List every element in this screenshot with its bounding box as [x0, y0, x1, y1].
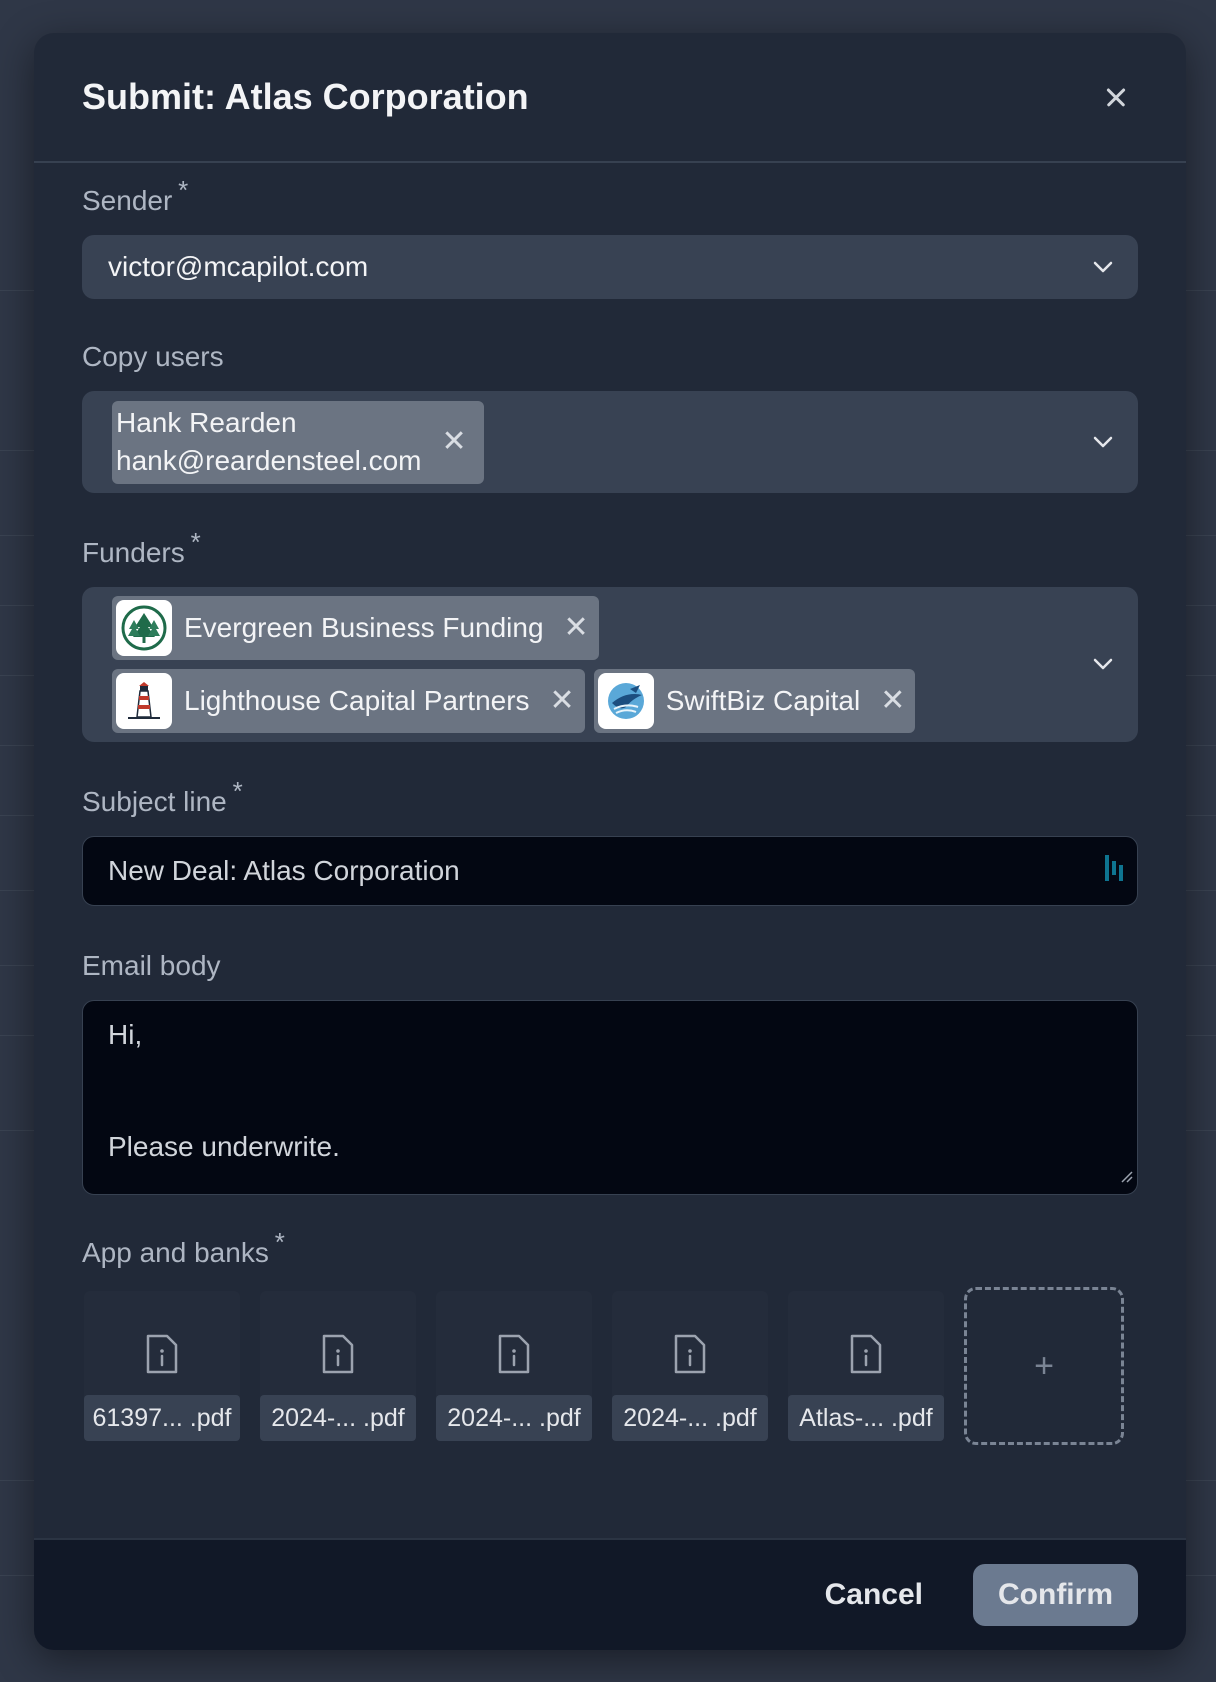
add-attachment-button[interactable]: +: [964, 1287, 1124, 1445]
copy-users-field: Copy users: [82, 341, 1138, 373]
email-body-line: Please underwrite.: [108, 1131, 340, 1162]
lighthouse-icon: [116, 673, 172, 729]
attachment-file[interactable]: 2024-... .pdf: [260, 1291, 416, 1441]
modal-title: Submit: Atlas Corporation: [82, 76, 529, 117]
attachment-filename: 2024-... .pdf: [260, 1395, 416, 1441]
modal-body: Sender * victor@mcapilot.com Copy users …: [34, 175, 1186, 1445]
required-asterisk: *: [232, 776, 243, 806]
remove-chip-icon[interactable]: ✕: [564, 613, 589, 643]
email-body-field: Email body: [82, 950, 1138, 982]
copy-user-chip: Hank Rearden hank@reardensteel.com ✕: [112, 400, 484, 484]
subject-value: New Deal: Atlas Corporation: [108, 855, 460, 886]
submit-modal: Submit: Atlas Corporation Sender * victo…: [34, 33, 1186, 1650]
funder-name: SwiftBiz Capital: [665, 685, 861, 716]
file-info-icon: [498, 1334, 530, 1374]
chevron-down-icon[interactable]: [1092, 431, 1114, 453]
funder-chip-row: Lighthouse Capital Partners ✕ SwiftBiz C…: [112, 669, 916, 733]
attachment-file[interactable]: 2024-... .pdf: [612, 1291, 768, 1441]
subject-label-text: Subject line: [82, 786, 227, 817]
file-info-icon: [674, 1334, 706, 1374]
attachments-field: App and banks *: [82, 1227, 1138, 1269]
attachment-file[interactable]: Atlas-... .pdf: [788, 1291, 944, 1441]
copy-user-name: Hank Rearden: [116, 407, 297, 438]
file-info-icon: [146, 1334, 178, 1374]
attachment-file[interactable]: 61397... .pdf: [84, 1291, 240, 1441]
email-body-label: Email body: [82, 950, 221, 981]
password-manager-icon[interactable]: [1103, 853, 1127, 890]
confirm-button[interactable]: Confirm: [973, 1564, 1138, 1626]
funders-field: Funders *: [82, 527, 1138, 569]
funders-select[interactable]: Evergreen Business Funding ✕ Lighthouse …: [82, 587, 1138, 742]
remove-chip-icon[interactable]: ✕: [880, 686, 905, 716]
attachment-list: 61397... .pdf 2024-... .pdf 2024-... .pd…: [82, 1287, 1138, 1445]
modal-footer: Cancel Confirm: [34, 1538, 1186, 1650]
modal-header: Submit: Atlas Corporation: [34, 33, 1186, 163]
funder-chips: Evergreen Business Funding ✕ Lighthouse …: [112, 587, 916, 733]
attachment-filename: 61397... .pdf: [84, 1395, 240, 1441]
attachments-label-text: App and banks: [82, 1237, 269, 1268]
copy-users-select[interactable]: Hank Rearden hank@reardensteel.com ✕: [82, 391, 1138, 493]
funder-chip: Evergreen Business Funding ✕: [112, 596, 599, 660]
plus-icon: +: [1034, 1346, 1054, 1385]
funder-name: Lighthouse Capital Partners: [184, 685, 530, 716]
copy-users-label: Copy users: [82, 341, 224, 372]
remove-chip-icon[interactable]: ✕: [550, 686, 575, 716]
subject-input[interactable]: New Deal: Atlas Corporation: [82, 836, 1138, 906]
sender-field: Sender *: [82, 175, 1138, 217]
funder-chip: SwiftBiz Capital ✕: [593, 669, 916, 733]
chevron-down-icon[interactable]: [1092, 256, 1114, 278]
close-icon[interactable]: [1096, 77, 1136, 117]
attachment-filename: 2024-... .pdf: [436, 1395, 592, 1441]
required-asterisk: *: [190, 527, 201, 557]
remove-chip-icon[interactable]: ✕: [441, 427, 466, 457]
attachment-file[interactable]: 2024-... .pdf: [436, 1291, 592, 1441]
bird-swirl-icon: [597, 673, 654, 729]
subject-label: Subject line *: [82, 776, 243, 818]
subject-field: Subject line *: [82, 776, 1138, 818]
resize-handle-icon[interactable]: [1119, 1158, 1133, 1190]
cancel-button[interactable]: Cancel: [825, 1578, 923, 1612]
file-info-icon: [850, 1334, 882, 1374]
funder-chip-row: Evergreen Business Funding ✕: [112, 596, 915, 660]
required-asterisk: *: [178, 175, 189, 205]
sender-label-text: Sender: [82, 185, 173, 216]
pine-tree-icon: [116, 600, 172, 656]
sender-value: victor@mcapilot.com: [108, 251, 369, 282]
attachment-filename: 2024-... .pdf: [612, 1395, 768, 1441]
copy-user-email: hank@reardensteel.com: [116, 445, 422, 476]
attachments-label: App and banks *: [82, 1227, 285, 1269]
copy-user-info: Hank Rearden hank@reardensteel.com: [116, 404, 421, 480]
sender-select[interactable]: victor@mcapilot.com: [82, 235, 1138, 299]
sender-label: Sender *: [82, 175, 188, 217]
attachment-filename: Atlas-... .pdf: [788, 1395, 944, 1441]
chevron-down-icon[interactable]: [1092, 653, 1114, 675]
funders-label-text: Funders: [82, 537, 185, 568]
email-body-line: Hi,: [108, 1019, 143, 1050]
funder-name: Evergreen Business Funding: [184, 612, 544, 643]
required-asterisk: *: [274, 1227, 285, 1257]
email-body-textarea[interactable]: Hi, Please underwrite.: [82, 1000, 1138, 1195]
file-info-icon: [322, 1334, 354, 1374]
funder-chip: Lighthouse Capital Partners ✕: [112, 669, 585, 733]
funders-label: Funders *: [82, 527, 201, 569]
